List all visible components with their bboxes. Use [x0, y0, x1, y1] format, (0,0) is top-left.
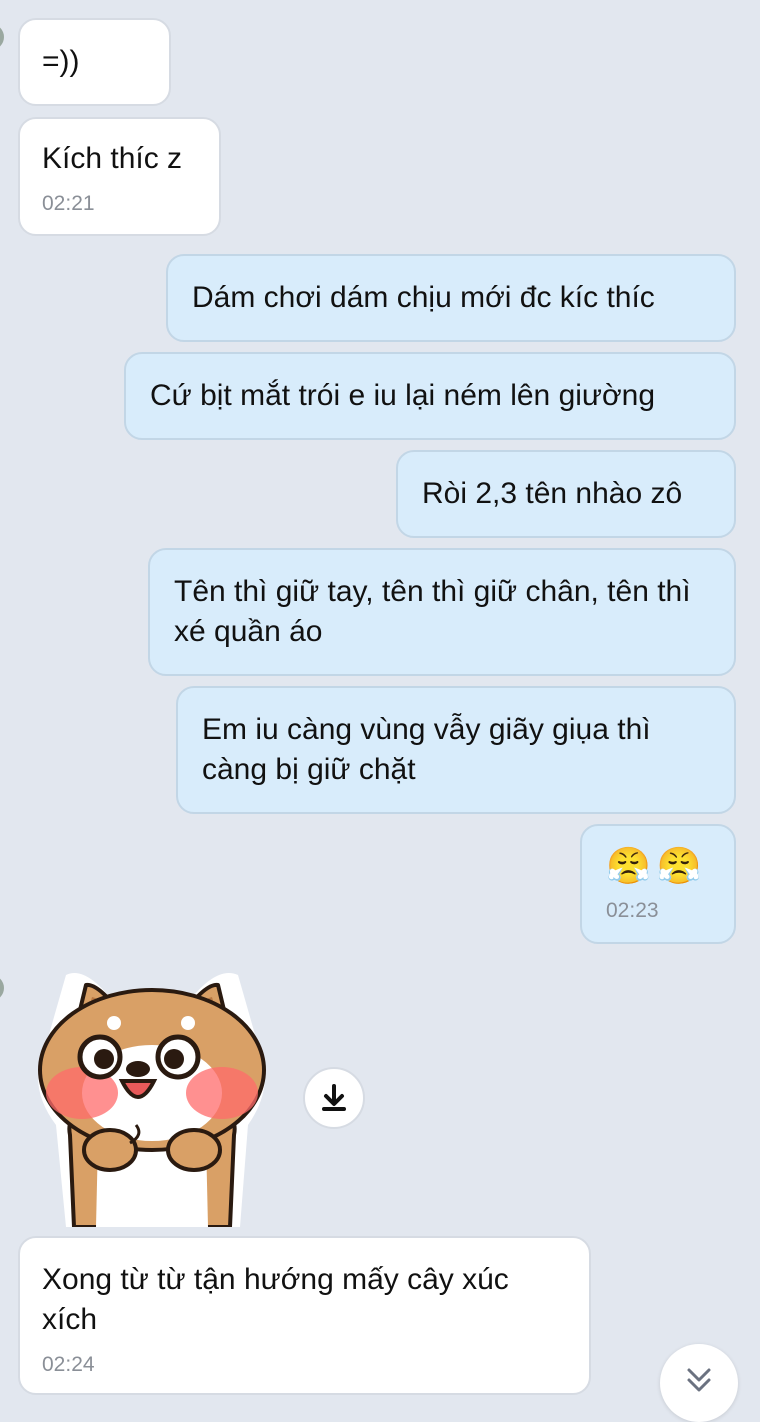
sticker[interactable] — [26, 965, 276, 1229]
scroll-to-bottom-button[interactable] — [660, 1344, 738, 1422]
message-time: 02:21 — [42, 192, 95, 215]
incoming-message[interactable]: =)) — [18, 18, 171, 106]
message-text: =)) — [42, 45, 80, 78]
outgoing-message[interactable]: 😤😤 02:23 — [580, 824, 736, 944]
message-text: Tên thì giữ tay, tên thì giữ chân, tên t… — [174, 575, 691, 648]
sender-avatar[interactable] — [0, 24, 4, 50]
message-time: 02:24 — [42, 1353, 95, 1376]
message-text: Xong từ từ tận hướng mấy cây xúc xích — [42, 1263, 509, 1336]
outgoing-message[interactable]: Em iu càng vùng vẫy giãy giụa thì càng b… — [176, 686, 736, 814]
double-chevron-down-icon — [687, 1368, 711, 1392]
incoming-message[interactable]: Kích thíc z 02:21 — [18, 117, 221, 236]
download-button[interactable] — [303, 1067, 365, 1129]
shiba-dog-sticker — [38, 973, 266, 1229]
message-text: Ròi 2,3 tên nhào zô — [422, 477, 683, 510]
outgoing-message[interactable]: Dám chơi dám chịu mới đc kíc thíc — [166, 254, 736, 342]
outgoing-message[interactable]: Tên thì giữ tay, tên thì giữ chân, tên t… — [148, 548, 736, 676]
message-emoji: 😤😤 — [606, 845, 708, 886]
message-text: Em iu càng vùng vẫy giãy giụa thì càng b… — [202, 713, 651, 786]
message-text: Cứ bịt mắt trói e iu lại ném lên giường — [150, 379, 656, 412]
incoming-message[interactable]: Xong từ từ tận hướng mấy cây xúc xích 02… — [18, 1236, 591, 1395]
outgoing-message[interactable]: Ròi 2,3 tên nhào zô — [396, 450, 736, 538]
sender-avatar[interactable] — [0, 975, 4, 1001]
download-icon — [322, 1084, 346, 1111]
message-time: 02:23 — [606, 899, 659, 922]
outgoing-message[interactable]: Cứ bịt mắt trói e iu lại ném lên giường — [124, 352, 736, 440]
message-text: Kích thíc z — [42, 142, 183, 175]
message-text: Dám chơi dám chịu mới đc kíc thíc — [192, 281, 655, 314]
